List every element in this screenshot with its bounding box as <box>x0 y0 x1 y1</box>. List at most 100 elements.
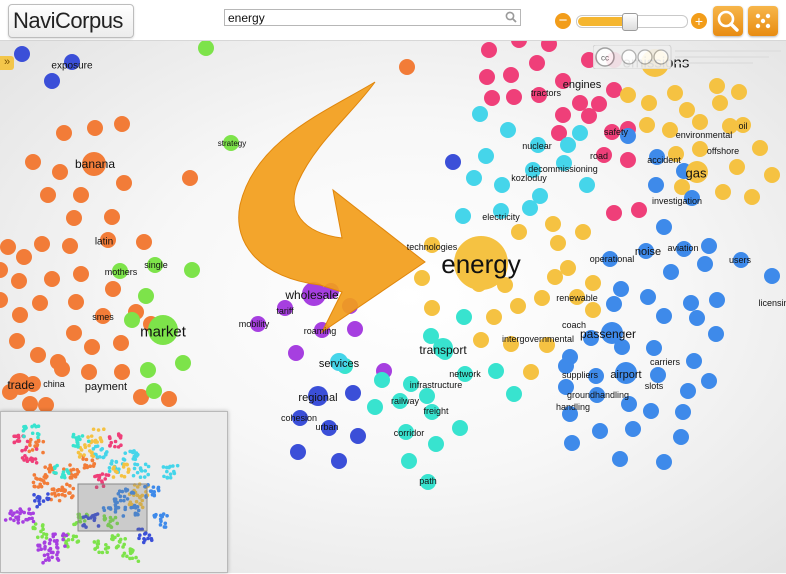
graph-node[interactable] <box>73 266 89 282</box>
app-logo[interactable]: NaviCorpus <box>8 4 134 38</box>
graph-node[interactable] <box>560 137 576 153</box>
graph-node[interactable] <box>579 177 595 193</box>
graph-node[interactable] <box>523 364 539 380</box>
graph-node[interactable] <box>484 90 500 106</box>
word-label-tariff[interactable]: tariff <box>276 306 294 316</box>
graph-node[interactable] <box>506 89 522 105</box>
graph-node[interactable] <box>550 235 566 251</box>
graph-node[interactable] <box>146 383 162 399</box>
word-label-energy[interactable]: energy <box>441 249 521 279</box>
word-label-roaming[interactable]: roaming <box>304 326 337 336</box>
graph-node[interactable] <box>511 224 527 240</box>
search-input[interactable] <box>224 9 521 26</box>
graph-node[interactable] <box>114 116 130 132</box>
graph-node[interactable] <box>709 78 725 94</box>
word-label-gas[interactable]: gas <box>686 166 707 181</box>
minimap-viewport[interactable] <box>77 483 148 532</box>
graph-node[interactable] <box>198 41 214 56</box>
graph-node[interactable] <box>182 170 198 186</box>
graph-node[interactable] <box>663 264 679 280</box>
graph-node[interactable] <box>560 260 576 276</box>
graph-node[interactable] <box>399 59 415 75</box>
word-label-wholesale[interactable]: wholesale <box>284 288 339 302</box>
graph-node[interactable] <box>0 292 8 308</box>
graph-node[interactable] <box>414 270 430 286</box>
word-label-engines[interactable]: engines <box>563 79 602 91</box>
graph-node[interactable] <box>32 295 48 311</box>
graph-node[interactable] <box>631 202 647 218</box>
word-label-market[interactable]: market <box>140 323 187 340</box>
word-label-banana[interactable]: banana <box>75 157 115 171</box>
graph-node[interactable] <box>473 332 489 348</box>
graph-node[interactable] <box>729 159 745 175</box>
graph-node[interactable] <box>712 95 728 111</box>
word-label-accident[interactable]: accident <box>647 155 681 165</box>
graph-node[interactable] <box>34 236 50 252</box>
graph-node[interactable] <box>613 281 629 297</box>
word-label-offshore[interactable]: offshore <box>707 146 739 156</box>
graph-node[interactable] <box>646 340 662 356</box>
graph-node[interactable] <box>656 308 672 324</box>
word-label-noise[interactable]: noise <box>635 246 661 258</box>
graph-node[interactable] <box>347 321 363 337</box>
graph-node[interactable] <box>54 361 70 377</box>
word-label-freight[interactable]: freight <box>423 406 449 416</box>
graph-node[interactable] <box>564 435 580 451</box>
graph-node[interactable] <box>683 295 699 311</box>
graph-node[interactable] <box>479 69 495 85</box>
graph-node[interactable] <box>752 140 768 156</box>
graph-node[interactable] <box>11 273 27 289</box>
word-label-regional[interactable]: regional <box>298 392 337 404</box>
graph-node[interactable] <box>656 454 672 470</box>
word-label-strategy[interactable]: strategy <box>218 139 246 148</box>
graph-node[interactable] <box>62 238 78 254</box>
graph-node[interactable] <box>744 189 760 205</box>
graph-node[interactable] <box>12 307 28 323</box>
word-label-slots[interactable]: slots <box>645 381 664 391</box>
minimap-overview[interactable] <box>1 412 229 574</box>
graph-node[interactable] <box>585 302 601 318</box>
word-label-mobility[interactable]: mobility <box>239 319 270 329</box>
graph-node[interactable] <box>44 271 60 287</box>
word-label-operational[interactable]: operational <box>590 254 635 264</box>
shuffle-button[interactable] <box>748 6 778 36</box>
graph-node[interactable] <box>625 421 641 437</box>
graph-node[interactable] <box>764 167 780 183</box>
graph-node[interactable] <box>667 85 683 101</box>
expand-panel-icon[interactable]: » <box>0 56 14 70</box>
graph-node[interactable] <box>184 262 200 278</box>
graph-node[interactable] <box>510 298 526 314</box>
graph-node[interactable] <box>575 224 591 240</box>
graph-node[interactable] <box>124 312 140 328</box>
graph-node[interactable] <box>701 238 717 254</box>
graph-node[interactable] <box>136 234 152 250</box>
word-label-latin[interactable]: latin <box>95 237 113 248</box>
graph-node[interactable] <box>116 175 132 191</box>
graph-node[interactable] <box>680 383 696 399</box>
graph-node[interactable] <box>105 281 121 297</box>
word-label-electricity[interactable]: electricity <box>482 212 520 222</box>
graph-node[interactable] <box>545 216 561 232</box>
graph-node[interactable] <box>708 326 724 342</box>
word-label-services[interactable]: services <box>319 358 360 370</box>
graph-node[interactable] <box>40 187 56 203</box>
graph-node[interactable] <box>419 388 435 404</box>
graph-node[interactable] <box>56 125 72 141</box>
word-label-investigation[interactable]: investigation <box>652 196 702 206</box>
graph-node[interactable] <box>555 107 571 123</box>
graph-node[interactable] <box>30 347 46 363</box>
graph-node[interactable] <box>9 333 25 349</box>
graph-node[interactable] <box>66 210 82 226</box>
word-label-licensing[interactable]: licensing <box>758 298 786 308</box>
graph-node[interactable] <box>452 420 468 436</box>
graph-node[interactable] <box>692 114 708 130</box>
graph-node[interactable] <box>488 363 504 379</box>
zoom-slider-handle[interactable] <box>621 13 638 31</box>
graph-node[interactable] <box>585 275 601 291</box>
graph-node[interactable] <box>572 95 588 111</box>
graph-node[interactable] <box>620 87 636 103</box>
word-label-urban[interactable]: urban <box>315 422 338 432</box>
word-label-tractors[interactable]: tractors <box>531 88 562 98</box>
graph-node[interactable] <box>87 120 103 136</box>
word-label-safety[interactable]: safety <box>604 127 629 137</box>
